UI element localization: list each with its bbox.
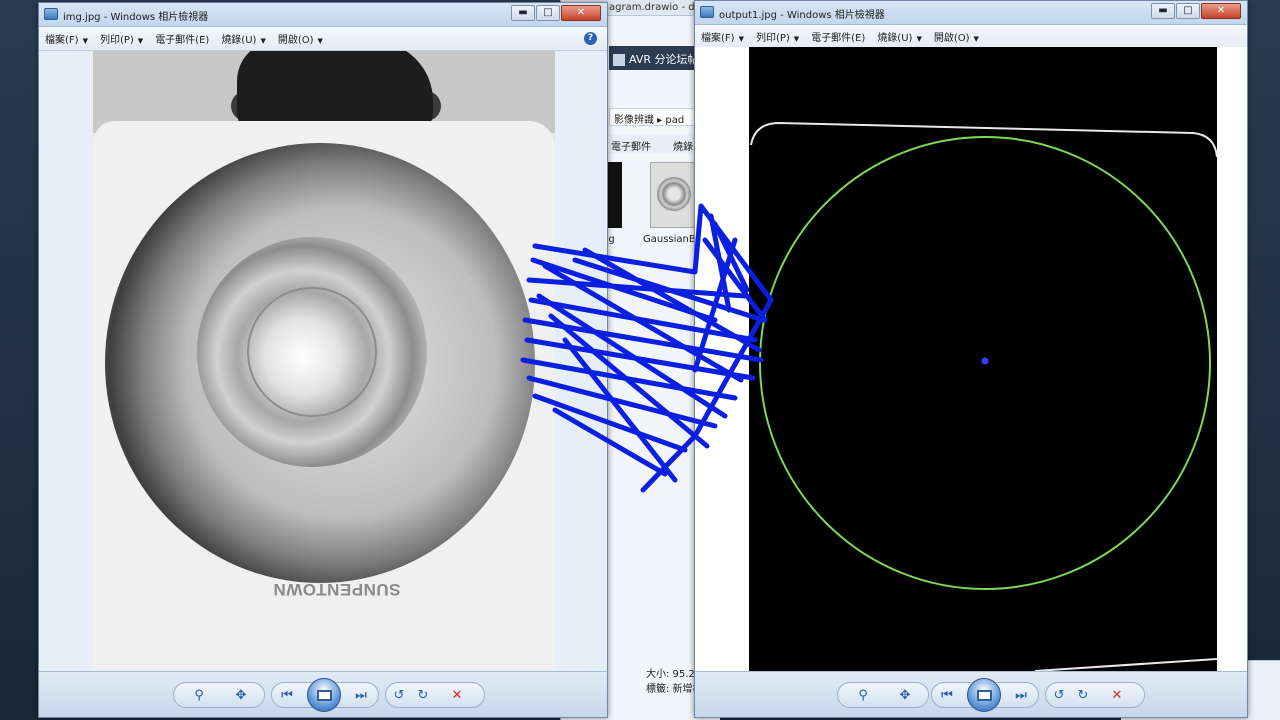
minimize-button[interactable]: ▬: [511, 5, 535, 21]
output-overlay: [750, 121, 1218, 672]
thumbnail-image[interactable]: [650, 162, 696, 228]
photo-viewer-window[interactable]: output1.jpg - Windows 相片檢視器 ▬ □ ✕ 檔案(F) ▼…: [694, 0, 1248, 718]
menu-burn[interactable]: 燒錄(U) ▼: [877, 29, 922, 44]
menu-label: 開啟(O): [277, 35, 314, 46]
menu-label: 列印(P): [755, 33, 790, 44]
navigation-bar: ⚲ ✥ ⏮ ⏭ ↺ ↻ ✕: [39, 671, 607, 717]
thumbnail-caption: GaussianBlu: [643, 234, 695, 245]
title-bar[interactable]: output1.jpg - Windows 相片檢視器 ▬ □ ✕: [695, 1, 1247, 25]
navigation-bar: ⚲ ✥ ⏮ ⏭ ↺ ↻ ✕: [695, 671, 1247, 717]
edit-group: ↺ ↻ ✕: [385, 682, 485, 708]
thumbnail-content: [657, 177, 691, 211]
zoom-icon[interactable]: ⚲: [190, 687, 208, 705]
previous-icon[interactable]: ⏮: [938, 687, 956, 705]
photo-viewer-icon: [700, 6, 714, 18]
menu-label: 列印(P): [99, 35, 134, 46]
fit-window-icon[interactable]: ✥: [232, 687, 250, 705]
breadcrumb-item[interactable]: pad: [665, 115, 684, 125]
box-edge-outline: [750, 121, 1218, 158]
pot-inner-ring: [247, 287, 377, 417]
menu-open[interactable]: 開啟(O) ▼: [934, 29, 979, 44]
photo-viewer-window[interactable]: img.jpg - Windows 相片檢視器 ▬ □ ✕ 檔案(F) ▼ 列印(…: [38, 2, 608, 718]
menu-print[interactable]: 列印(P) ▼: [100, 31, 143, 46]
chevron-down-icon: ▼: [793, 35, 800, 43]
image-canvas[interactable]: [695, 47, 1247, 675]
chevron-down-icon: ▼: [973, 35, 979, 43]
menu-print[interactable]: 列印(P) ▼: [756, 29, 799, 44]
title-bar[interactable]: img.jpg - Windows 相片檢視器 ▬ □ ✕: [39, 3, 607, 27]
window-controls: ▬ □ ✕: [1150, 3, 1241, 19]
window-title: output1.jpg - Windows 相片檢視器: [719, 10, 885, 21]
menu-label: 檔案(F): [701, 33, 735, 44]
zoom-group: ⚲ ✥: [837, 682, 929, 708]
circle-center-dot: [981, 357, 989, 365]
rotate-ccw-icon[interactable]: ↺: [390, 687, 408, 705]
menu-open[interactable]: 開啟(O) ▼: [278, 31, 323, 46]
chevron-down-icon: ▼: [916, 35, 922, 43]
zoom-icon[interactable]: ⚲: [854, 687, 872, 705]
chevron-down-icon: ▼: [738, 35, 744, 43]
menu-file[interactable]: 檔案(F) ▼: [45, 31, 88, 46]
zoom-group: ⚲ ✥: [173, 682, 265, 708]
slideshow-button[interactable]: [967, 678, 1001, 712]
close-button[interactable]: ✕: [1201, 3, 1241, 19]
rotate-ccw-icon[interactable]: ↺: [1050, 687, 1068, 705]
box-brand-text: SUNPENTOWN: [273, 580, 401, 599]
menu-file[interactable]: 檔案(F) ▼: [701, 29, 744, 44]
maximize-button[interactable]: □: [536, 5, 560, 21]
background-toolbar-email[interactable]: 電子郵件: [611, 142, 651, 153]
slideshow-icon: [977, 690, 992, 701]
menu-bar: 檔案(F) ▼ 列印(P) ▼ 電子郵件(E) 燒錄(U) ▼ 開啟(O) ▼ ?: [39, 27, 607, 51]
previous-icon[interactable]: ⏮: [278, 687, 296, 705]
slideshow-button[interactable]: [307, 678, 341, 712]
menu-label: 電子郵件(E): [155, 35, 210, 46]
close-button[interactable]: ✕: [561, 5, 601, 21]
chevron-down-icon: ▼: [317, 37, 323, 45]
rotate-cw-icon[interactable]: ↻: [414, 687, 432, 705]
delete-icon[interactable]: ✕: [1108, 687, 1126, 705]
menu-label: 電子郵件(E): [811, 33, 866, 44]
menu-email[interactable]: 電子郵件(E): [811, 29, 865, 44]
menu-email[interactable]: 電子郵件(E): [155, 31, 209, 46]
next-icon[interactable]: ⏭: [1012, 687, 1030, 705]
rotate-cw-icon[interactable]: ↻: [1074, 687, 1092, 705]
menu-burn[interactable]: 燒錄(U) ▼: [221, 31, 266, 46]
menu-bar: 檔案(F) ▼ 列印(P) ▼ 電子郵件(E) 燒錄(U) ▼ 開啟(O) ▼: [695, 25, 1247, 49]
details-size: 大小: 95.2: [646, 669, 695, 680]
menu-label: 開啟(O): [933, 33, 970, 44]
window-controls: ▬ □ ✕: [510, 5, 601, 21]
box-edge-outline: [1034, 658, 1218, 672]
chevron-down-icon: ▼: [260, 37, 266, 45]
background-toolbar-burn[interactable]: 燒錄: [673, 142, 693, 153]
next-icon[interactable]: ⏭: [352, 687, 370, 705]
photo-viewer-icon: [44, 8, 58, 20]
app-icon: [613, 54, 625, 66]
maximize-button[interactable]: □: [1176, 3, 1200, 19]
slideshow-icon: [317, 690, 332, 701]
delete-icon[interactable]: ✕: [448, 687, 466, 705]
fit-window-icon[interactable]: ✥: [896, 687, 914, 705]
edit-group: ↺ ↻ ✕: [1045, 682, 1145, 708]
minimize-button[interactable]: ▬: [1151, 3, 1175, 19]
breadcrumb-item[interactable]: 影像辨識: [614, 115, 654, 125]
help-icon[interactable]: ?: [584, 32, 597, 45]
chevron-down-icon: ▼: [82, 37, 88, 45]
menu-label: 檔案(F): [45, 35, 79, 46]
image-canvas[interactable]: SUNPENTOWN: [93, 51, 555, 669]
menu-label: 燒錄(U): [221, 35, 257, 46]
menu-label: 燒錄(U): [877, 33, 913, 44]
chevron-down-icon: ▼: [137, 37, 144, 45]
window-title: img.jpg - Windows 相片檢視器: [63, 12, 209, 23]
